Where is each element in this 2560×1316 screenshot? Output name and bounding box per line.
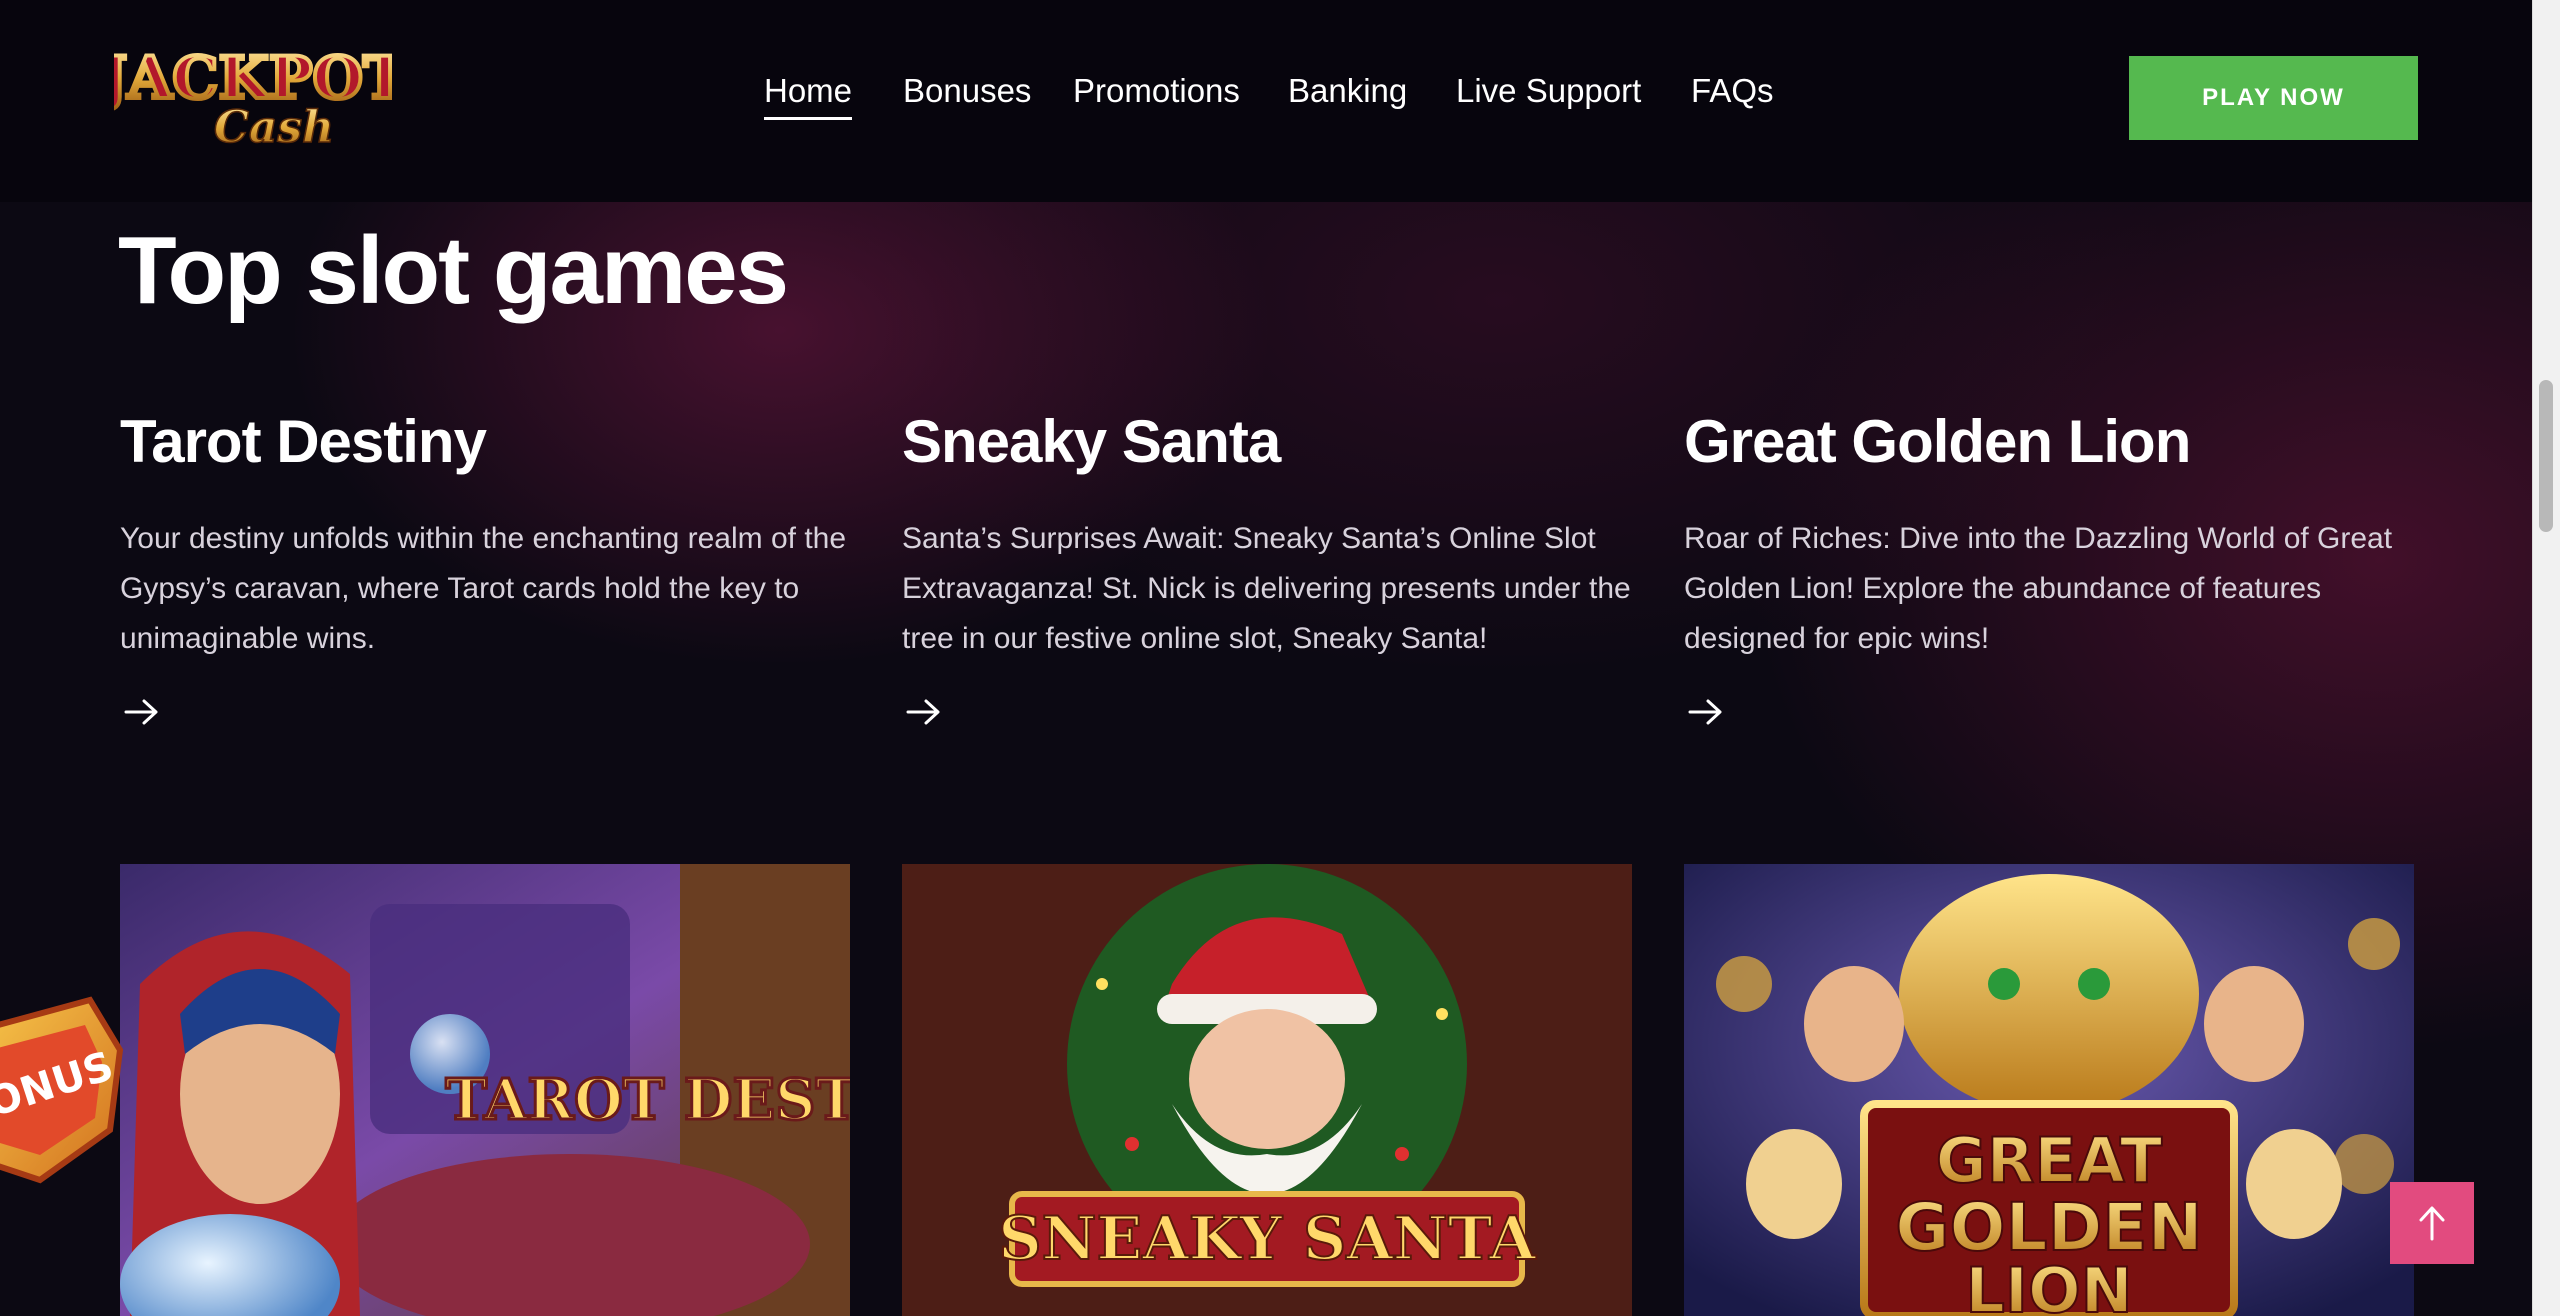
scrollbar-track[interactable] [2532,0,2560,1316]
game-card-tarot-destiny: Tarot Destiny Your destiny unfolds withi… [120,400,850,725]
arrow-right-icon[interactable] [906,698,942,726]
nav-item-live-support[interactable]: Live Support [1456,72,1641,110]
svg-text:SNEAKY SANTA: SNEAKY SANTA [998,1204,1537,1274]
game-card-great-golden-lion: Great Golden Lion Roar of Riches: Dive i… [1684,400,2414,725]
nav-item-faqs[interactable]: FAQs [1691,72,1774,110]
game-title[interactable]: Great Golden Lion [1684,400,2414,484]
svg-text:GREAT: GREAT [1936,1124,2162,1197]
tarot-destiny-thumbnail[interactable]: TAROT DESTIN [120,864,850,1316]
nav-item-banking[interactable]: Banking [1288,72,1407,110]
great-golden-lion-thumbnail[interactable]: GREAT GOLDEN LION [1684,864,2414,1316]
game-description: Santa’s Surprises Await: Sneaky Santa’s … [902,522,1631,655]
arrow-up-icon [2419,1206,2445,1241]
game-card-sneaky-santa: Sneaky Santa Santa’s Surprises Await: Sn… [902,400,1632,725]
play-now-button[interactable]: PLAY NOW [2129,56,2418,140]
game-description: Roar of Riches: Dive into the Dazzling W… [1684,522,2393,655]
nav-item-promotions[interactable]: Promotions [1073,72,1240,110]
back-to-top-button[interactable] [2390,1182,2474,1264]
jackpot-cash-logo[interactable]: JACKPOT Cash [93,40,408,155]
svg-text:TAROT DESTIN: TAROT DESTIN [445,1067,850,1133]
nav-item-home[interactable]: Home [764,72,853,120]
nav-item-bonuses[interactable]: Bonuses [903,72,1031,110]
game-title[interactable]: Tarot Destiny [120,400,850,484]
arrow-right-icon[interactable] [1688,698,1724,726]
arrow-right-icon[interactable] [124,698,160,726]
game-title[interactable]: Sneaky Santa [902,400,1632,484]
bonus-badge[interactable]: BONUS [0,990,130,1190]
section-title: Top slot games [118,217,789,324]
sneaky-santa-thumbnail[interactable]: SNEAKY SANTA [902,864,1632,1316]
scrollbar-thumb[interactable] [2539,380,2553,532]
site-header: JACKPOT Cash Home Bonuses Promotions Ban… [0,0,2532,202]
svg-text:Cash: Cash [214,102,334,153]
game-description: Your destiny unfolds within the enchanti… [120,522,847,655]
svg-text:LION: LION [1965,1254,2132,1316]
